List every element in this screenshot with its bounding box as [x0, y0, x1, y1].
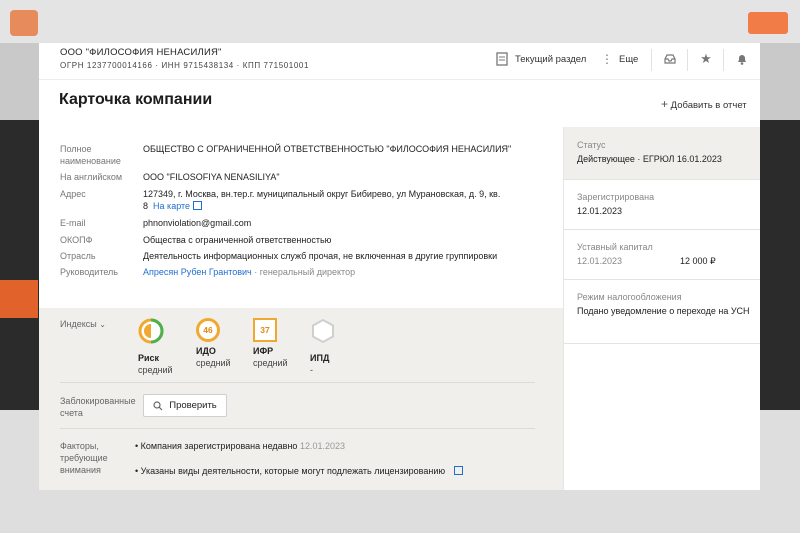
- check-button-label: Проверить: [169, 400, 217, 411]
- risk-gauge-icon: [138, 318, 164, 344]
- more-label: Еще: [619, 53, 639, 65]
- status-label: Статус: [577, 140, 606, 150]
- factor-item: • Указаны виды деятельности, которые мог…: [135, 465, 463, 476]
- detail-row-address: Адрес 127349, г. Москва, вн.тер.г. муниц…: [60, 188, 540, 214]
- capital-box: Уставный капитал 12.01.2023 12 000 ₽: [564, 229, 760, 280]
- current-section-button[interactable]: Текущий раздел: [495, 52, 586, 66]
- dots-vertical-icon: ⋮: [601, 52, 613, 66]
- inbox-icon[interactable]: [663, 52, 677, 66]
- star-icon[interactable]: ★: [699, 52, 713, 66]
- factor-item: • Компания зарегистрирована недавно 12.0…: [135, 441, 345, 451]
- director-link[interactable]: Апресян Рубен Грантович: [143, 267, 252, 277]
- index-ifr[interactable]: 37 ИФР средний: [253, 318, 313, 368]
- factor-text: Указаны виды деятельности, которые могут…: [140, 466, 446, 476]
- index-name: ИДО: [196, 346, 216, 356]
- index-name: Риск: [138, 353, 160, 363]
- index-risk[interactable]: Риск средний: [138, 318, 198, 375]
- detail-label: E-mail: [60, 218, 86, 228]
- company-card-modal: ООО "ФИЛОСОФИЯ НЕНАСИЛИЯ" ОГРН 123770001…: [39, 43, 760, 490]
- index-ido[interactable]: 46 ИДО средний: [196, 318, 256, 368]
- add-to-report-label: Добавить в отчет: [670, 100, 747, 111]
- search-icon: [153, 400, 163, 410]
- detail-label: Полное наименование: [60, 144, 121, 166]
- company-ids: ОГРН 1237700014166 · ИНН 9715438134 · КП…: [60, 61, 309, 70]
- detail-label: Отрасль: [60, 251, 96, 261]
- registered-value: 12.01.2023: [577, 206, 623, 216]
- registered-label: Зарегистрирована: [577, 192, 655, 202]
- external-link-icon: [193, 201, 203, 210]
- plus-icon: +: [661, 97, 669, 111]
- index-name: ИФР: [253, 346, 274, 356]
- map-link[interactable]: На карте: [151, 201, 203, 211]
- ido-score-ring: 46: [196, 318, 220, 342]
- background-header: [0, 0, 800, 43]
- detail-label: Адрес: [60, 189, 86, 199]
- ifr-score-square: 37: [253, 318, 277, 342]
- status-box: Статус Действующее · ЕГРЮЛ 16.01.2023: [564, 127, 760, 180]
- add-to-report-button[interactable]: + Добавить в отчет: [661, 97, 747, 111]
- external-link-icon[interactable]: [453, 466, 463, 475]
- detail-row-full-name: Полное наименование ОБЩЕСТВО С ОГРАНИЧЕН…: [60, 143, 540, 167]
- detail-value: ООО "FILOSOFIYA NENASILIYA": [143, 172, 280, 182]
- background-logo: [10, 10, 38, 36]
- document-icon: [496, 52, 508, 66]
- more-button[interactable]: ⋮ Еще: [601, 52, 638, 66]
- detail-label: На английском: [60, 172, 123, 182]
- page-title: Карточка компании: [59, 91, 213, 108]
- index-level: средний: [196, 358, 231, 368]
- hexagon-icon: [312, 318, 334, 344]
- status-value: Действующее · ЕГРЮЛ 16.01.2023: [577, 154, 722, 164]
- section-divider: [60, 382, 535, 383]
- index-level: средний: [138, 365, 173, 375]
- detail-value: ОБЩЕСТВО С ОГРАНИЧЕННОЙ ОТВЕТСТВЕННОСТЬЮ…: [143, 144, 512, 154]
- company-short-name: ООО "ФИЛОСОФИЯ НЕНАСИЛИЯ": [60, 47, 222, 58]
- toolbar-divider: [687, 49, 688, 71]
- check-button[interactable]: Проверить: [143, 394, 227, 417]
- chevron-down-icon: ⌄: [99, 320, 106, 329]
- capital-value: 12 000 ₽: [680, 256, 716, 266]
- indexes-toggle[interactable]: Индексы ⌄: [60, 319, 106, 329]
- tax-box: Режим налогообложения Подано уведомление…: [564, 279, 760, 344]
- bell-icon[interactable]: [735, 52, 749, 66]
- factor-text: Компания зарегистрирована недавно: [140, 441, 298, 451]
- top-bar: ООО "ФИЛОСОФИЯ НЕНАСИЛИЯ" ОГРН 123770001…: [39, 43, 760, 80]
- director-role: · генеральный директор: [251, 267, 356, 277]
- detail-value: Апресян Рубен Грантович · генеральный ди…: [143, 266, 543, 278]
- tax-label: Режим налогообложения: [577, 292, 682, 302]
- section-divider: [60, 428, 535, 429]
- background-button: [748, 12, 788, 34]
- detail-value: Общества с ограниченной ответственностью: [143, 235, 332, 245]
- factor-date: 12.01.2023: [299, 441, 345, 451]
- indexes-label: Индексы: [60, 319, 97, 329]
- index-level: средний: [253, 358, 288, 368]
- index-name: ИПД: [310, 353, 330, 363]
- background-accent: [0, 280, 38, 318]
- blocked-accounts-label: Заблокированные счета: [60, 396, 136, 418]
- toolbar-divider: [723, 49, 724, 71]
- registered-box: Зарегистрирована 12.01.2023: [564, 179, 760, 230]
- email-link[interactable]: phnonviolation@gmail.com: [143, 217, 543, 229]
- current-section-label: Текущий раздел: [515, 53, 587, 65]
- summary-sidebar: Статус Действующее · ЕГРЮЛ 16.01.2023 За…: [564, 127, 760, 490]
- detail-label: ОКОПФ: [60, 235, 93, 245]
- tax-value: Подано уведомление о переходе на УСН: [577, 306, 750, 316]
- detail-value: 127349, г. Москва, вн.тер.г. муниципальн…: [143, 188, 503, 212]
- factors-label: Факторы, требующие внимания: [60, 441, 108, 475]
- toolbar-divider: [651, 49, 652, 71]
- detail-value: Деятельность информационных служб прочая…: [143, 251, 498, 261]
- detail-label: Руководитель: [60, 267, 118, 277]
- index-ipd[interactable]: ИПД -: [310, 318, 370, 375]
- capital-label: Уставный капитал: [577, 242, 653, 252]
- index-level: -: [310, 365, 313, 375]
